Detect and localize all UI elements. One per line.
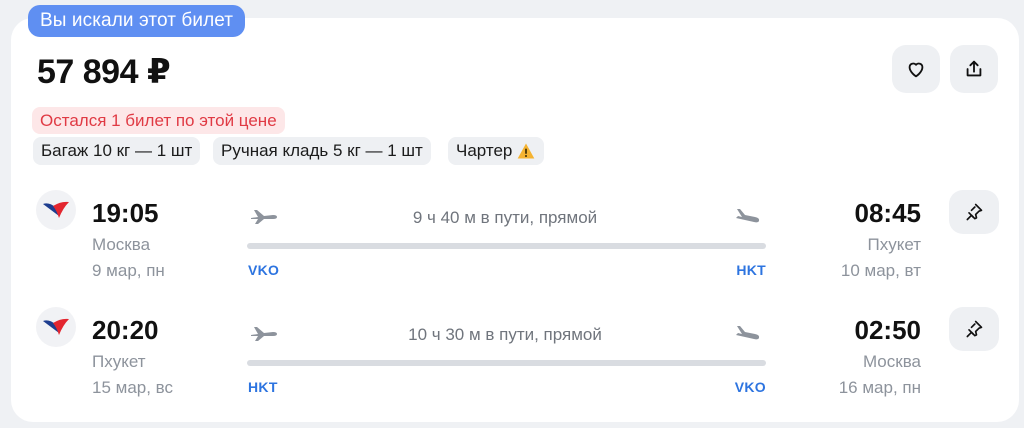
pin-icon [966,320,983,338]
pin-button[interactable] [949,307,999,351]
heart-icon [908,62,924,78]
baggage-chip: Багаж 10 кг — 1 шт [33,137,201,165]
airline-logo-icon [36,190,76,230]
airline-logo-icon [36,307,76,347]
arrival-date: 16 мар, пн [838,378,921,397]
departure-date: 9 мар, пн [92,261,165,280]
share-icon [966,60,982,77]
departure-time: 19:05 [92,198,159,228]
landing-icon [736,326,760,340]
arrival-time: 02:50 [854,315,922,345]
arrival-city: Москва [862,352,921,371]
departure-airport-code[interactable]: HKT [248,379,278,395]
pin-button[interactable] [949,190,999,234]
takeoff-icon [251,210,277,224]
arrival-airport-code[interactable]: HKT [736,262,766,278]
warning-icon [518,143,535,159]
ticket-price: 57 894 ₽ [37,53,171,91]
departure-city: Пхукет [92,352,146,371]
arrival-city: Пхукет [867,235,921,254]
departure-time: 20:20 [92,315,159,345]
favorite-button[interactable] [892,45,940,93]
arrival-time: 08:45 [854,198,922,228]
flight-leg-outbound: 19:05 Москва 9 мар, пн 9 ч 40 м в пути, … [0,190,1024,290]
charter-chip[interactable]: Чартер [448,137,545,165]
pin-icon [966,203,983,221]
departure-date: 15 мар, вс [92,378,174,397]
flight-duration: 9 ч 40 м в пути, прямой [412,208,598,227]
departure-city: Москва [92,235,151,254]
arrival-airport-code[interactable]: VKO [735,379,766,395]
route-line [247,360,766,366]
hand-luggage-chip: Ручная кладь 5 кг — 1 шт [213,137,431,165]
charter-label: Чартер [456,141,513,160]
takeoff-icon [251,327,277,341]
flight-duration: 10 ч 30 м в пути, прямой [408,325,602,344]
landing-icon [736,209,760,223]
last-ticket-warning: Остался 1 билет по этой цене [32,107,285,134]
departure-airport-code[interactable]: VKO [248,262,279,278]
flight-leg-return: 20:20 Пхукет 15 мар, вс 10 ч 30 м в пути… [0,307,1024,407]
share-button[interactable] [950,45,998,93]
searched-ticket-badge: Вы искали этот билет [28,5,246,37]
arrival-date: 10 мар, вт [840,261,921,280]
route-line [247,243,766,249]
